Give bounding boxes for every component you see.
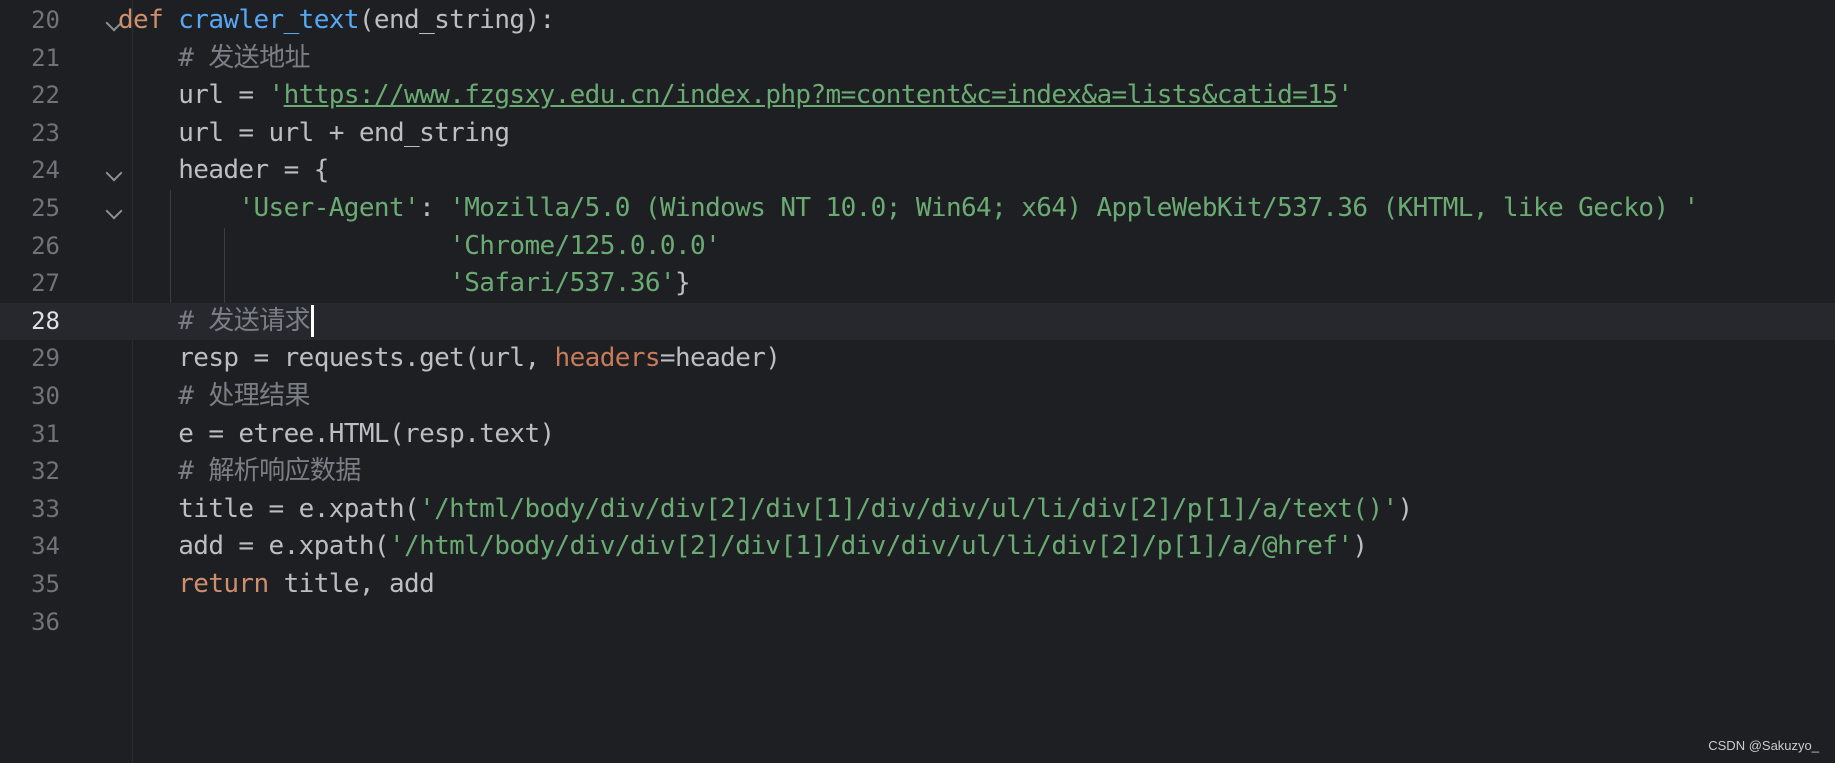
- code-text[interactable]: resp = requests.get(url, headers=header): [118, 340, 781, 378]
- code-text[interactable]: add = e.xpath('/html/body/div/div[2]/div…: [118, 528, 1368, 566]
- code-line[interactable]: 23 url = url + end_string: [0, 115, 1835, 153]
- line-number: 31: [31, 419, 60, 448]
- code-text[interactable]: 'Safari/537.36'}: [118, 265, 690, 303]
- code-text[interactable]: def crawler_text(end_string):: [118, 2, 555, 40]
- code-line[interactable]: 30 # 处理结果: [0, 378, 1835, 416]
- text-caret: [310, 305, 314, 338]
- code-line[interactable]: 29 resp = requests.get(url, headers=head…: [0, 340, 1835, 378]
- code-text[interactable]: url = 'https://www.fzgsxy.edu.cn/index.p…: [118, 77, 1353, 115]
- code-token: url =: [118, 80, 269, 111]
- code-token: =header): [659, 343, 781, 374]
- code-token: 'Chrome/125.0.0.0': [449, 230, 721, 261]
- line-number: 22: [31, 81, 60, 110]
- code-token: '/html/body/div/div[2]/div[1]/div/div/ul…: [419, 493, 1398, 524]
- code-token: 'User-Agent': [238, 193, 420, 223]
- indent-guide: [170, 190, 171, 303]
- line-number: 34: [31, 532, 60, 561]
- code-text[interactable]: title = e.xpath('/html/body/div/div[2]/d…: [118, 491, 1413, 529]
- code-line[interactable]: 32 # 解析响应数据: [0, 453, 1835, 491]
- code-token: (end_string):: [358, 5, 555, 35]
- line-number: 25: [31, 194, 60, 222]
- code-token: # 发送请求: [178, 305, 310, 336]
- line-number: 29: [31, 344, 60, 373]
- line-number: 23: [31, 118, 60, 147]
- code-token: return: [178, 569, 269, 599]
- code-token: }: [675, 268, 691, 299]
- code-line[interactable]: 27 'Safari/537.36'}: [0, 265, 1835, 303]
- code-line[interactable]: 34 add = e.xpath('/html/body/div/div[2]/…: [0, 528, 1835, 566]
- code-text[interactable]: 'Chrome/125.0.0.0': [118, 228, 721, 266]
- code-token: https://www.fzgsxy.edu.cn/index.php?m=co…: [283, 80, 1338, 111]
- code-line[interactable]: 22 url = 'https://www.fzgsxy.edu.cn/inde…: [0, 77, 1835, 115]
- line-number: 21: [31, 43, 60, 72]
- code-line[interactable]: 28 # 发送请求: [0, 302, 1835, 341]
- code-token: headers: [554, 343, 661, 374]
- code-text[interactable]: # 解析响应数据: [118, 453, 361, 491]
- code-line[interactable]: 35 return title, add: [0, 566, 1835, 604]
- code-token: title, add: [268, 569, 435, 599]
- code-token: ): [1397, 493, 1414, 524]
- code-token: 'Mozilla/5.0 (Windows NT 10.0; Win64; x6…: [449, 193, 1699, 223]
- code-text[interactable]: # 发送请求: [118, 303, 314, 341]
- code-token: resp = requests.get(url,: [118, 343, 555, 374]
- code-line[interactable]: 26 'Chrome/125.0.0.0': [0, 228, 1835, 266]
- line-number: 20: [31, 6, 60, 34]
- code-text[interactable]: return title, add: [118, 566, 435, 604]
- line-number: 28: [31, 306, 60, 335]
- code-token: # 发送地址: [178, 42, 310, 73]
- indent-guide: [224, 227, 225, 303]
- code-token: e = etree.HTML(resp.text): [118, 418, 555, 449]
- code-text[interactable]: e = etree.HTML(resp.text): [118, 416, 555, 454]
- code-token: def: [118, 5, 164, 35]
- code-line[interactable]: 20 def crawler_text(end_string):: [0, 2, 1835, 40]
- code-token: title = e.xpath(: [118, 493, 420, 524]
- line-number: 24: [31, 156, 60, 185]
- code-token: 'Safari/537.36': [449, 268, 675, 299]
- code-token: '/html/body/div/div[2]/div[1]/div/div/ul…: [388, 531, 1353, 562]
- code-text[interactable]: # 发送地址: [118, 40, 310, 78]
- code-token: # 处理结果: [178, 381, 310, 411]
- code-text[interactable]: url = url + end_string: [118, 115, 510, 153]
- code-token: # 解析响应数据: [178, 456, 361, 487]
- code-line[interactable]: 24 header = {: [0, 152, 1835, 190]
- line-number: 30: [31, 382, 60, 410]
- code-text[interactable]: 'User-Agent': 'Mozilla/5.0 (Windows NT 1…: [118, 190, 1699, 228]
- code-token: add = e.xpath(: [118, 531, 389, 562]
- line-number: 36: [31, 607, 60, 636]
- line-number: 35: [31, 570, 60, 598]
- code-token: :: [419, 193, 450, 223]
- line-number: 33: [31, 494, 60, 523]
- line-number: 26: [31, 231, 60, 260]
- watermark: CSDN @Sakuzyo_: [1708, 738, 1819, 753]
- code-token: crawler_text: [178, 5, 359, 35]
- line-number: 32: [31, 457, 60, 486]
- code-text[interactable]: header = {: [118, 152, 329, 190]
- code-line[interactable]: 21 # 发送地址: [0, 40, 1835, 78]
- code-token: header = {: [118, 155, 329, 186]
- code-line[interactable]: 33 title = e.xpath('/html/body/div/div[2…: [0, 491, 1835, 529]
- code-text[interactable]: # 处理结果: [118, 378, 310, 416]
- code-token: ': [268, 80, 285, 111]
- code-line[interactable]: 36: [0, 604, 1835, 642]
- code-line[interactable]: 25 'User-Agent': 'Mozilla/5.0 (Windows N…: [0, 190, 1835, 228]
- code-token: url = url + end_string: [118, 117, 510, 148]
- line-number: 27: [31, 269, 60, 298]
- code-line[interactable]: 31 e = etree.HTML(resp.text): [0, 416, 1835, 454]
- code-token: ): [1352, 531, 1368, 562]
- code-token: ': [1337, 80, 1353, 111]
- code-editor[interactable]: 20 def crawler_text(end_string): 21 # 发送地址…: [0, 0, 1835, 763]
